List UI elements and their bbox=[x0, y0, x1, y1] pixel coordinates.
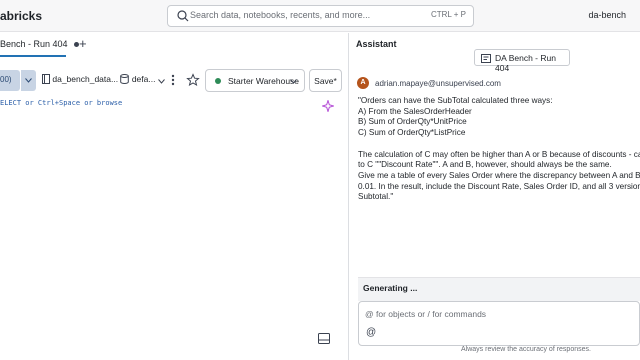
brand-logo-text[interactable]: abricks bbox=[0, 9, 42, 23]
warehouse-selector[interactable]: Starter Warehouse bbox=[205, 69, 305, 92]
mention-button[interactable]: @ bbox=[366, 327, 376, 338]
assistant-pane: Assistant DA Bench - Run 404 A adrian.ma… bbox=[349, 33, 640, 360]
search-placeholder: Search data, notebooks, recents, and mor… bbox=[190, 10, 371, 20]
query-file-icon bbox=[481, 54, 491, 63]
catalog-schema-picker[interactable]: da_bench_data... defa... bbox=[42, 74, 165, 84]
toggle-results-panel-icon[interactable] bbox=[318, 333, 330, 344]
message-line: Subtotal." bbox=[358, 192, 394, 202]
database-icon bbox=[120, 74, 130, 84]
workspace-name[interactable]: da-bench bbox=[588, 10, 626, 20]
message-line: B) Sum of OrderQty*UnitPrice bbox=[358, 117, 467, 127]
generating-status: Generating ... bbox=[363, 283, 418, 293]
assistant-input-placeholder: @ for objects or / for commands bbox=[365, 309, 487, 319]
chevron-down-icon bbox=[290, 79, 297, 84]
editor-toolbar: 00) da_bench_data... defa... Starter War… bbox=[0, 69, 348, 93]
global-search[interactable]: Search data, notebooks, recents, and mor… bbox=[167, 5, 474, 27]
avatar: A bbox=[357, 77, 369, 89]
context-chip-label: DA Bench - Run 404 bbox=[495, 53, 556, 73]
assistant-title: Assistant bbox=[356, 39, 397, 49]
message-line: A) From the SalesOrderHeader bbox=[358, 106, 472, 116]
assistant-input[interactable]: @ for objects or / for commands @ bbox=[358, 301, 640, 346]
editor-hint[interactable]: ELECT or Ctrl+Space or browse bbox=[0, 99, 122, 107]
editor-tab-row: Bench - Run 404 + bbox=[0, 33, 348, 57]
message-line: C) Sum of OrderQty*ListPrice bbox=[358, 128, 466, 138]
run-button[interactable]: 00) bbox=[0, 70, 20, 91]
user-email: adrian.mapaye@unsupervised.com bbox=[375, 79, 501, 88]
tab-query[interactable]: Bench - Run 404 bbox=[0, 33, 83, 57]
tab-label: Bench - Run 404 bbox=[0, 39, 68, 49]
warehouse-name: Starter Warehouse bbox=[228, 76, 300, 86]
search-shortcut: CTRL + P bbox=[430, 10, 466, 19]
message-line: to C ""Discount Rate"". A and B, however… bbox=[358, 160, 612, 170]
search-icon bbox=[177, 10, 189, 22]
catalog-icon bbox=[42, 74, 50, 84]
active-tab-indicator bbox=[0, 55, 66, 57]
warehouse-status-dot-icon bbox=[215, 78, 221, 84]
disclaimer: Always review the accuracy of responses. bbox=[461, 346, 591, 353]
save-button[interactable]: Save* bbox=[309, 69, 342, 92]
message-line: 0.01. In the result, include the Discoun… bbox=[358, 181, 640, 191]
top-bar: abricks Search data, notebooks, recents,… bbox=[0, 0, 640, 32]
favorite-star-icon[interactable] bbox=[186, 73, 200, 87]
message-line: "Orders can have the SubTotal calculated… bbox=[358, 96, 553, 105]
context-chip[interactable]: DA Bench - Run 404 bbox=[474, 49, 570, 73]
more-options-icon[interactable] bbox=[170, 73, 176, 87]
catalog-name: da_bench_data... bbox=[52, 74, 119, 84]
message-line bbox=[358, 139, 640, 150]
message-line: Give me a table of every Sales Order whe… bbox=[358, 170, 640, 180]
message-line: The calculation of C may often be higher… bbox=[358, 149, 640, 159]
sql-editor-pane: Bench - Run 404 + 00) da_bench_data... d… bbox=[0, 33, 348, 360]
assistant-sparkle-icon[interactable] bbox=[322, 100, 334, 112]
add-tab-button[interactable]: + bbox=[79, 36, 87, 51]
user-message: "Orders can have the SubTotal calculated… bbox=[358, 96, 640, 203]
run-options-button[interactable] bbox=[20, 70, 36, 91]
schema-name: defa... bbox=[131, 74, 156, 84]
run-label: 00) bbox=[0, 75, 12, 84]
unsaved-dot-icon bbox=[73, 42, 79, 48]
chevron-down-icon bbox=[157, 79, 165, 84]
chevron-down-icon bbox=[25, 78, 32, 83]
